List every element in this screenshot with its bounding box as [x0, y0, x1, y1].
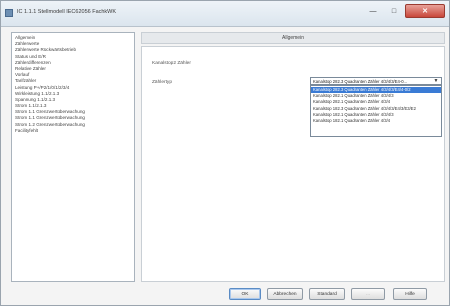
- apply-button[interactable]: ...: [351, 288, 385, 300]
- zaehlertyp-select[interactable]: Kanalstop 282.3 Quadranten Zähler 4/3/4/…: [310, 77, 442, 85]
- category-list[interactable]: Allgemein Zählerwerte Zählerwerte Rückwä…: [11, 32, 135, 282]
- title-bar[interactable]: IC 1.1.1 Stellmodell IEC62056 FachkWK — …: [1, 1, 449, 27]
- zaehlertyp-label: Zählertyp: [152, 80, 172, 85]
- default-button[interactable]: Standard: [309, 288, 345, 300]
- zaehlertyp-select-value: Kanalstop 282.3 Quadranten Zähler 4/3/4/…: [313, 79, 408, 85]
- dropdown-option[interactable]: Kanalstop 182.1 Quadranten Zähler 4/3/4: [311, 118, 441, 124]
- close-button[interactable]: ✕: [405, 4, 445, 18]
- zaehlertyp-dropdown[interactable]: Kanalstop 282.3 Quadranten Zähler 4/3/4/…: [310, 85, 442, 137]
- dialog-window: IC 1.1.1 Stellmodell IEC62056 FachkWK — …: [0, 0, 450, 306]
- app-icon: [5, 9, 13, 17]
- kanalstop-label: Kanalstop2 Zähler: [152, 61, 191, 66]
- sidebar-item-facility[interactable]: Facilityfehlt: [15, 128, 131, 134]
- ok-button[interactable]: OK: [229, 288, 261, 300]
- cancel-button[interactable]: Abbrechen: [267, 288, 303, 300]
- help-button[interactable]: Hilfe: [393, 288, 427, 300]
- maximize-button[interactable]: □: [384, 4, 404, 18]
- section-header: Allgemein: [141, 32, 445, 44]
- minimize-button[interactable]: —: [363, 4, 383, 18]
- settings-panel: Kanalstop2 Zähler Zählertyp Kanalstop 28…: [141, 46, 445, 282]
- chevron-down-icon[interactable]: ▼: [432, 78, 440, 84]
- window-title: IC 1.1.1 Stellmodell IEC62056 FachkWK: [17, 9, 117, 15]
